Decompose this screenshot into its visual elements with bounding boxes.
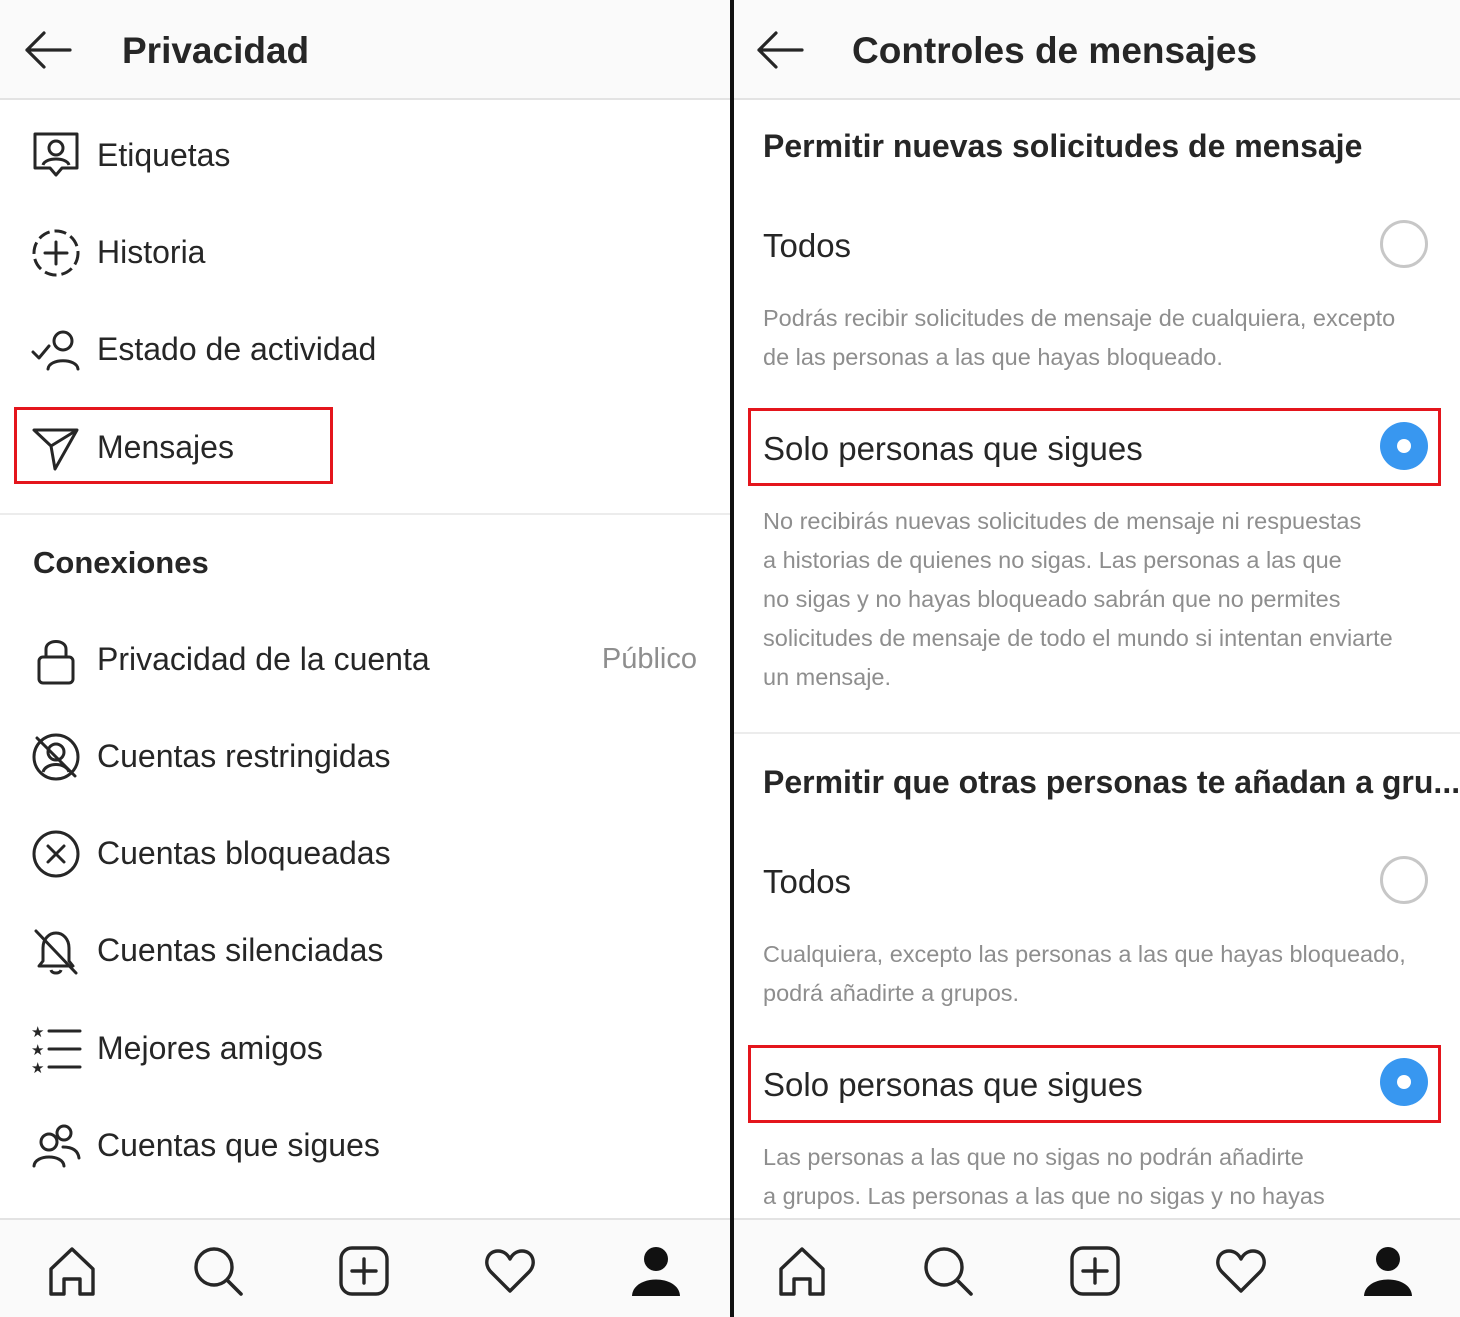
radio-solo-sigues-solicitudes[interactable] bbox=[1380, 422, 1428, 470]
privacy-header: Privacidad bbox=[0, 0, 730, 100]
svg-text:★: ★ bbox=[31, 1059, 44, 1075]
page-title: Privacidad bbox=[122, 30, 310, 71]
menu-item-label: Historia bbox=[97, 234, 206, 270]
menu-item-label: Etiquetas bbox=[97, 137, 231, 173]
section-heading-grupos: Permitir que otras personas te añadan a … bbox=[763, 764, 1460, 800]
section-divider bbox=[0, 513, 730, 515]
blocked-icon bbox=[32, 830, 80, 878]
option-description: No recibirás nuevas solicitudes de mensa… bbox=[763, 508, 1393, 690]
back-arrow-icon[interactable] bbox=[22, 28, 74, 72]
menu-item-cuentas-silenciadas[interactable]: Cuentas silenciadas bbox=[0, 905, 730, 995]
bottom-tab-bar bbox=[0, 1218, 730, 1317]
option-description: Podrás recibir solicitudes de mensaje de… bbox=[763, 305, 1396, 370]
menu-item-historia[interactable]: Historia bbox=[0, 207, 730, 297]
profile-icon[interactable] bbox=[1361, 1244, 1415, 1298]
radio-todos-grupos[interactable] bbox=[1380, 856, 1428, 904]
lock-icon bbox=[37, 640, 75, 685]
menu-item-cuentas-que-sigues[interactable]: Cuentas que sigues bbox=[0, 1100, 730, 1190]
option-label-solo-sigues[interactable]: Solo personas que sigues bbox=[763, 430, 1143, 468]
search-icon[interactable] bbox=[921, 1244, 975, 1298]
following-people-icon bbox=[32, 1124, 81, 1168]
option-description: Cualquiera, excepto las personas a las q… bbox=[763, 941, 1406, 1006]
activity-heart-icon[interactable] bbox=[1214, 1244, 1268, 1298]
home-icon[interactable] bbox=[775, 1244, 829, 1298]
back-arrow-icon[interactable] bbox=[754, 28, 806, 72]
menu-item-label: Estado de actividad bbox=[97, 331, 377, 367]
paper-plane-icon bbox=[32, 428, 79, 471]
bottom-tab-bar bbox=[734, 1218, 1460, 1317]
activity-status-icon bbox=[31, 330, 80, 371]
menu-item-cuentas-bloqueadas[interactable]: Cuentas bloqueadas bbox=[0, 808, 730, 898]
privacy-screen: Privacidad Etiquetas Historia Estado de … bbox=[0, 0, 730, 1317]
menu-item-privacidad-cuenta[interactable]: Privacidad de la cuenta Público bbox=[0, 614, 730, 704]
radio-solo-sigues-grupos[interactable] bbox=[1380, 1058, 1428, 1106]
account-privacy-value: Público bbox=[601, 643, 697, 675]
search-icon[interactable] bbox=[191, 1244, 245, 1298]
close-friends-list-icon: ★ ★ ★ bbox=[31, 1023, 82, 1075]
new-post-icon[interactable] bbox=[1068, 1244, 1122, 1298]
section-heading-solicitudes: Permitir nuevas solicitudes de mensaje bbox=[763, 128, 1363, 164]
section-divider bbox=[734, 732, 1460, 734]
home-icon[interactable] bbox=[45, 1244, 99, 1298]
activity-heart-icon[interactable] bbox=[483, 1244, 537, 1298]
radio-todos-solicitudes[interactable] bbox=[1380, 220, 1428, 268]
menu-item-mejores-amigos[interactable]: ★ ★ ★ Mejores amigos bbox=[0, 1003, 730, 1093]
svg-text:★: ★ bbox=[31, 1041, 44, 1059]
menu-item-label: Cuentas bloqueadas bbox=[97, 835, 391, 871]
menu-item-cuentas-restringidas[interactable]: Cuentas restringidas bbox=[0, 711, 730, 801]
menu-item-label: Cuentas restringidas bbox=[97, 738, 391, 774]
option-description: Las personas a las que no sigas no podrá… bbox=[763, 1144, 1325, 1209]
page-title: Controles de mensajes bbox=[852, 30, 1258, 71]
menu-item-label: Cuentas silenciadas bbox=[97, 932, 384, 968]
menu-item-estado-actividad[interactable]: Estado de actividad bbox=[0, 304, 730, 394]
section-title-conexiones: Conexiones bbox=[33, 545, 209, 580]
menu-item-label: Mejores amigos bbox=[97, 1030, 323, 1066]
option-label-todos[interactable]: Todos bbox=[763, 227, 851, 265]
menu-item-etiquetas[interactable]: Etiquetas bbox=[0, 110, 730, 200]
message-controls-header: Controles de mensajes bbox=[734, 0, 1460, 100]
menu-item-label: Privacidad de la cuenta bbox=[97, 641, 430, 677]
menu-item-label: Cuentas que sigues bbox=[97, 1127, 380, 1163]
menu-item-mensajes[interactable]: Mensajes bbox=[0, 402, 730, 492]
menu-item-label: Mensajes bbox=[97, 429, 234, 465]
restricted-icon bbox=[32, 733, 80, 781]
muted-bell-icon bbox=[34, 929, 78, 975]
option-label-solo-sigues[interactable]: Solo personas que sigues bbox=[763, 1066, 1143, 1104]
svg-text:★: ★ bbox=[31, 1023, 44, 1041]
new-post-icon[interactable] bbox=[337, 1244, 391, 1298]
tag-person-icon bbox=[33, 132, 79, 177]
option-label-todos[interactable]: Todos bbox=[763, 863, 851, 901]
message-controls-screen: Controles de mensajes Permitir nuevas so… bbox=[734, 0, 1460, 1317]
profile-icon[interactable] bbox=[629, 1244, 683, 1298]
story-add-icon bbox=[32, 229, 80, 277]
